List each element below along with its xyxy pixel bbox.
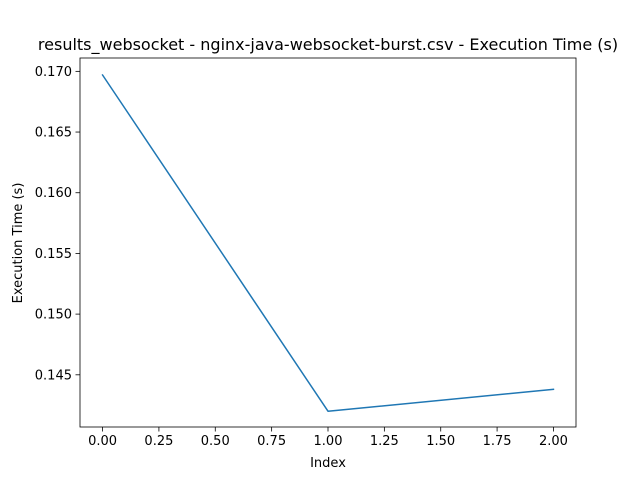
figure-background [0, 0, 640, 480]
x-tick-label: 0.25 [144, 434, 173, 449]
x-tick-label: 2.00 [539, 434, 568, 449]
x-axis-label: Index [310, 456, 346, 471]
y-axis-label: Execution Time (s) [11, 183, 26, 304]
y-tick-label: 0.170 [35, 65, 72, 80]
y-tick-label: 0.150 [35, 308, 72, 323]
y-tick-label: 0.165 [35, 126, 72, 141]
x-tick-label: 1.25 [370, 434, 399, 449]
x-tick-label: 0.50 [201, 434, 230, 449]
y-tick-label: 0.160 [35, 186, 72, 201]
execution-time-line-chart: results_websocket - nginx-java-websocket… [0, 0, 640, 480]
x-tick-label: 1.75 [483, 434, 512, 449]
x-tick-label: 0.75 [257, 434, 286, 449]
x-tick-label: 0.00 [88, 434, 117, 449]
y-tick-label: 0.145 [35, 368, 72, 383]
chart-title: results_websocket - nginx-java-websocket… [38, 35, 618, 55]
x-tick-label: 1.00 [314, 434, 343, 449]
y-tick-label: 0.155 [35, 247, 72, 262]
x-tick-label: 1.50 [426, 434, 455, 449]
